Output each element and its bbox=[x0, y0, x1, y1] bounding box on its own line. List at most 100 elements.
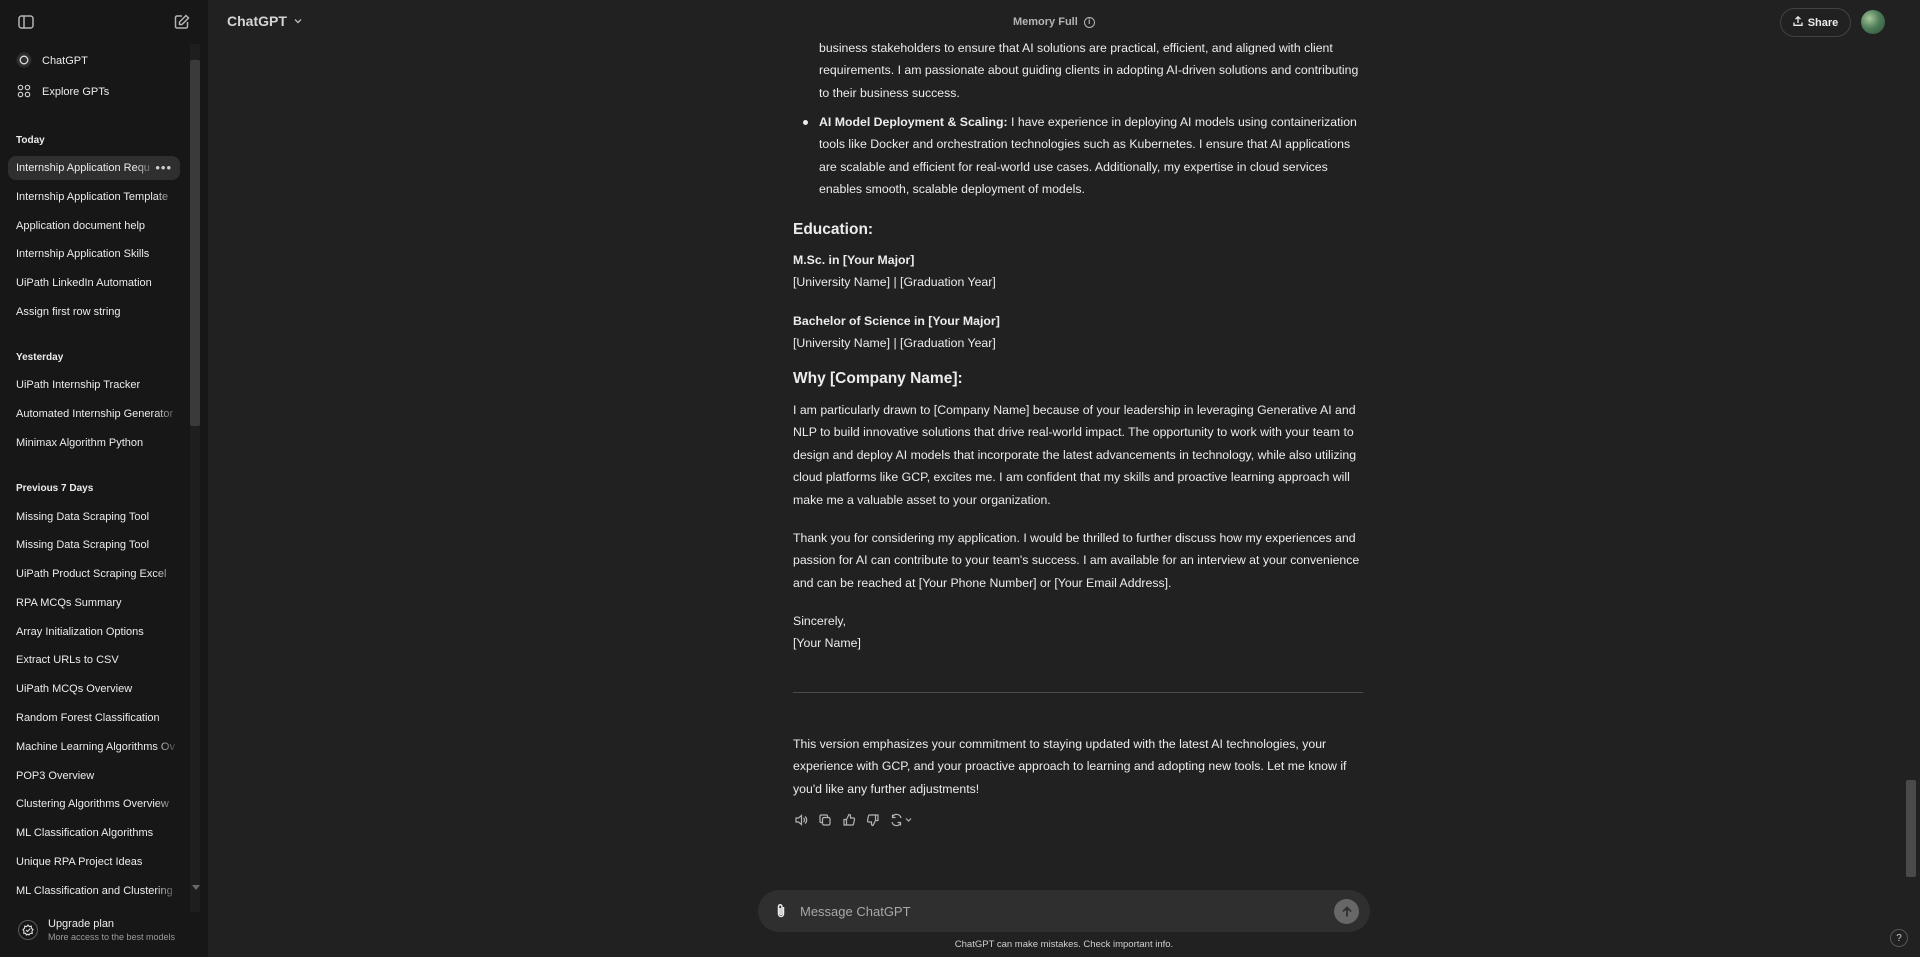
chat-item[interactable]: Missing Data Scraping Tool bbox=[8, 533, 180, 557]
chat-item-label: Missing Data Scraping Tool bbox=[16, 539, 150, 551]
upgrade-title: Upgrade plan bbox=[48, 918, 115, 930]
disclaimer: ChatGPT can make mistakes. Check importa… bbox=[954, 939, 1174, 950]
more-options-icon[interactable]: ••• bbox=[155, 160, 172, 175]
chat-item[interactable]: UiPath Internship Tracker bbox=[8, 373, 180, 397]
chat-item[interactable]: Unique RPA Project Ideas bbox=[8, 850, 180, 874]
chat-item-label: Internship Application Skills bbox=[16, 248, 150, 260]
chat-item[interactable]: Array Initialization Options bbox=[8, 620, 180, 644]
toggle-sidebar-icon[interactable] bbox=[14, 11, 38, 33]
avatar[interactable] bbox=[1861, 10, 1885, 34]
chat-item-label: UiPath LinkedIn Automation bbox=[16, 277, 152, 289]
copy-icon[interactable] bbox=[817, 812, 833, 828]
chat-item[interactable]: Clustering Algorithms Overview bbox=[8, 792, 180, 816]
chat-item-label: Extract URLs to CSV bbox=[16, 654, 119, 666]
education-entry: Bachelor of Science in [Your Major] [Uni… bbox=[793, 310, 1363, 355]
sidebar-link-chatgpt[interactable]: ChatGPT bbox=[8, 47, 180, 75]
why-heading: Why [Company Name]: bbox=[793, 370, 963, 387]
chat-item[interactable]: Machine Learning Algorithms Ov bbox=[8, 735, 180, 759]
chevron-down-icon bbox=[293, 13, 303, 29]
education-entry: M.Sc. in [Your Major] [University Name] … bbox=[793, 249, 1363, 294]
chat-item-label: Automated Internship Generator bbox=[16, 408, 174, 420]
chat-item-label: UiPath Internship Tracker bbox=[16, 379, 141, 391]
share-label: Share bbox=[1807, 16, 1839, 29]
thumbs-down-icon[interactable] bbox=[865, 812, 881, 828]
chat-item-label: Array Initialization Options bbox=[16, 626, 144, 638]
chat-item-label: Internship Application Requ bbox=[16, 162, 150, 174]
chat-item[interactable]: Minimax Algorithm Python bbox=[8, 431, 180, 455]
chat-item-label: Clustering Algorithms Overview bbox=[16, 798, 169, 810]
share-icon bbox=[1793, 15, 1803, 30]
regenerate-icon[interactable] bbox=[889, 812, 915, 828]
degree-title: Bachelor of Science in [Your Major] bbox=[793, 314, 1000, 328]
chat-item[interactable]: Extract URLs to CSV bbox=[8, 648, 180, 672]
sign-off: Sincerely, [Your Name] bbox=[793, 610, 1363, 655]
chat-item-label: ML Classification and Clustering bbox=[16, 885, 173, 897]
section-title-today: Today bbox=[16, 135, 45, 146]
bullet-dot bbox=[803, 120, 808, 125]
chat-item-label: UiPath Product Scraping Excel bbox=[16, 568, 167, 580]
list-item: AI Model Deployment & Scaling: I have ex… bbox=[803, 111, 1364, 201]
chat-item-label: Unique RPA Project Ideas bbox=[16, 856, 143, 868]
degree-detail: [University Name] | [Graduation Year] bbox=[793, 336, 996, 351]
chat-item[interactable]: ML Classification Algorithms bbox=[8, 821, 180, 845]
upgrade-icon bbox=[18, 920, 38, 940]
bullet-continuation: business stakeholders to ensure that AI … bbox=[819, 41, 1359, 100]
chat-item-label: Minimax Algorithm Python bbox=[16, 437, 144, 449]
message-composer bbox=[758, 890, 1370, 932]
info-icon: i bbox=[1083, 16, 1095, 28]
paragraph: Thank you for considering my application… bbox=[793, 531, 1360, 590]
divider bbox=[793, 692, 1363, 693]
chat-item-label: UiPath MCQs Overview bbox=[16, 683, 133, 695]
chat-item[interactable]: Internship Application Requ ••• bbox=[8, 156, 180, 180]
scroll-down-arrow-icon[interactable] bbox=[192, 885, 200, 890]
sidebar: ChatGPT Explore GPTs Today Internship Ap… bbox=[0, 0, 208, 957]
chat-item-label: Random Forest Classification bbox=[16, 712, 160, 724]
chat-item[interactable]: RPA MCQs Summary bbox=[8, 591, 180, 615]
bullet-title: AI Model Deployment & Scaling: bbox=[819, 115, 1008, 129]
chat-item-label: Internship Application Template bbox=[16, 191, 169, 203]
chat-item-label: Application document help bbox=[16, 220, 146, 232]
sidebar-link-label: Explore GPTs bbox=[42, 86, 110, 98]
chat-item-label: Missing Data Scraping Tool bbox=[16, 511, 150, 523]
chat-item[interactable]: Internship Application Skills bbox=[8, 242, 180, 266]
sidebar-link-explore-gpts[interactable]: Explore GPTs bbox=[8, 78, 180, 106]
sign-off-text: Sincerely, bbox=[793, 614, 847, 628]
chat-item[interactable]: Internship Application Template bbox=[8, 185, 180, 209]
chat-item[interactable]: Application document help bbox=[8, 214, 180, 238]
thumbs-up-icon[interactable] bbox=[841, 812, 857, 828]
chat-item[interactable]: POP3 Overview bbox=[8, 764, 180, 788]
message-input[interactable] bbox=[800, 901, 1300, 921]
help-icon[interactable]: ? bbox=[1890, 929, 1908, 947]
model-selector[interactable]: ChatGPT bbox=[227, 13, 303, 29]
education-heading: Education: bbox=[793, 221, 874, 238]
chat-item[interactable]: UiPath LinkedIn Automation bbox=[8, 271, 180, 295]
sidebar-scrollbar[interactable] bbox=[190, 60, 200, 426]
sidebar-header bbox=[0, 0, 208, 44]
attach-icon[interactable] bbox=[772, 902, 790, 920]
chat-item[interactable]: Random Forest Classification bbox=[8, 706, 180, 730]
memory-label: Memory Full bbox=[1013, 16, 1078, 28]
degree-title: M.Sc. in [Your Major] bbox=[793, 253, 915, 267]
chat-item-label: RPA MCQs Summary bbox=[16, 597, 122, 609]
chat-item[interactable]: Automated Internship Generator bbox=[8, 402, 180, 426]
chat-item-label: Machine Learning Algorithms Ov bbox=[16, 741, 175, 753]
grid-icon bbox=[16, 83, 32, 102]
chat-item[interactable]: Missing Data Scraping Tool bbox=[8, 505, 180, 529]
chat-item-label: POP3 Overview bbox=[16, 770, 95, 782]
model-name: ChatGPT bbox=[227, 13, 287, 29]
share-button[interactable]: Share bbox=[1780, 8, 1851, 37]
chat-item[interactable]: UiPath Product Scraping Excel bbox=[8, 562, 180, 586]
sign-name: [Your Name] bbox=[793, 636, 861, 651]
closing-paragraph: This version emphasizes your commitment … bbox=[793, 737, 1347, 796]
message-actions bbox=[793, 812, 915, 828]
memory-status[interactable]: Memory Full i bbox=[1013, 16, 1095, 28]
new-chat-icon[interactable] bbox=[170, 11, 194, 33]
main-scrollbar[interactable] bbox=[1906, 780, 1916, 877]
send-button[interactable] bbox=[1334, 899, 1359, 924]
chat-item[interactable]: UiPath MCQs Overview bbox=[8, 677, 180, 701]
list-item: business stakeholders to ensure that AI … bbox=[819, 37, 1364, 104]
section-title-previous-7-days: Previous 7 Days bbox=[16, 483, 94, 494]
chat-item[interactable]: Assign first row string bbox=[8, 300, 180, 324]
read-aloud-icon[interactable] bbox=[793, 812, 809, 828]
chat-item[interactable]: ML Classification and Clustering bbox=[8, 879, 180, 903]
